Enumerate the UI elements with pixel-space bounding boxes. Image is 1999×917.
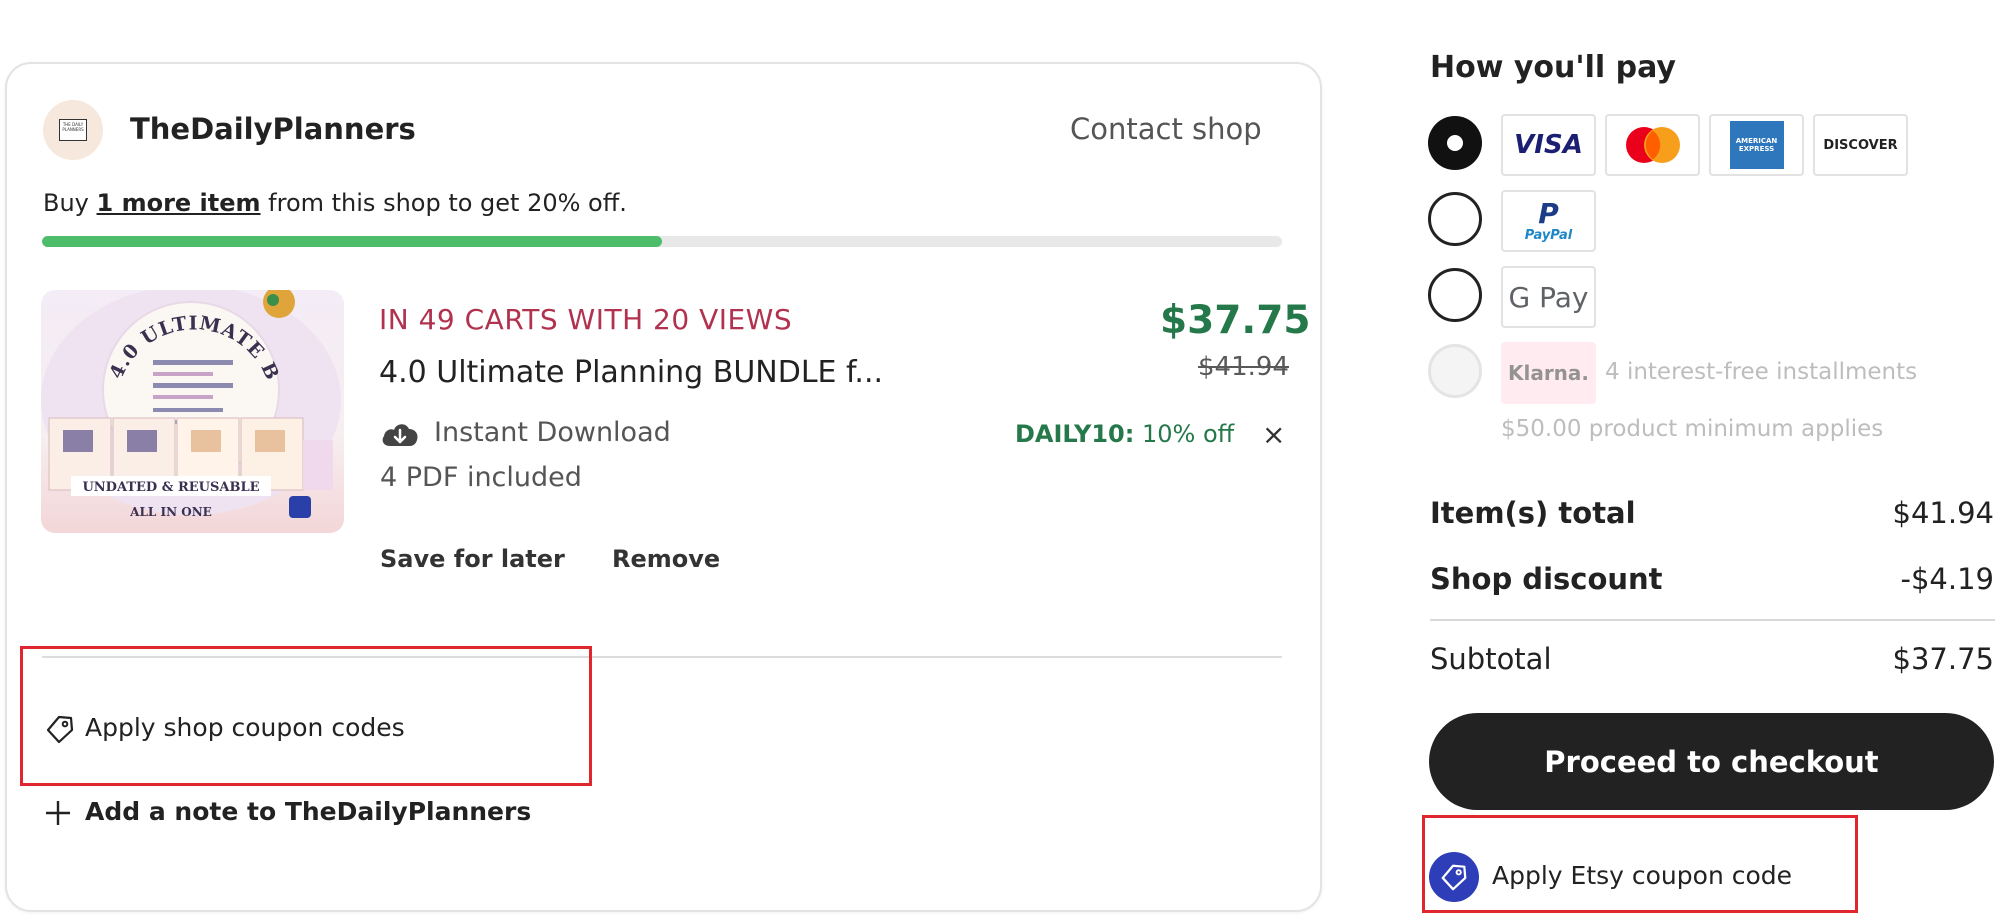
subtotal-label: Subtotal xyxy=(1430,642,1552,676)
klarna-installments-text: 4 interest-free installments xyxy=(1605,359,1918,385)
mastercard-logo xyxy=(1625,127,1680,163)
remove-coupon-button[interactable]: × xyxy=(1262,418,1285,451)
google-pay-option[interactable]: G Pay xyxy=(1501,266,1596,328)
shop-name[interactable]: TheDailyPlanners xyxy=(130,112,416,146)
radio-klarna-disabled xyxy=(1428,344,1482,398)
visa-card-option[interactable]: VISA xyxy=(1501,114,1596,176)
highlight-box-etsy-coupon xyxy=(1422,815,1858,913)
shop-logo-text: THE DAILY PLANNERS xyxy=(59,119,87,141)
shop-promo-message: Buy 1 more item from this shop to get 20… xyxy=(43,189,627,217)
google-pay-logo: G Pay xyxy=(1508,280,1589,314)
shop-logo[interactable]: THE DAILY PLANNERS xyxy=(43,100,103,160)
contact-shop-link[interactable]: Contact shop xyxy=(1070,112,1262,146)
plus-icon xyxy=(46,801,70,825)
promo-progress-fill xyxy=(42,236,662,247)
proceed-to-checkout-button[interactable]: Proceed to checkout xyxy=(1429,713,1994,810)
cloud-download-icon xyxy=(382,424,418,446)
item-original-price: $41.94 xyxy=(1198,352,1289,382)
product-thumbnail-art: 4.0 ULTIMATE BUNDLE UNDATED & REUSABLE A… xyxy=(41,290,341,519)
promo-more-item-link[interactable]: 1 more item xyxy=(97,189,261,217)
thumbnail-line1: UNDATED & REUSABLE xyxy=(82,480,259,495)
item-price: $37.75 xyxy=(1160,298,1311,343)
product-thumbnail[interactable]: 4.0 ULTIMATE BUNDLE UNDATED & REUSABLE A… xyxy=(41,290,344,533)
klarna-logo: Klarna. xyxy=(1507,361,1590,385)
paypal-option[interactable]: P PayPal xyxy=(1501,190,1596,252)
cart-popularity-badge: IN 49 CARTS WITH 20 VIEWS xyxy=(379,303,793,336)
highlight-box-shop-coupon xyxy=(20,646,592,786)
paypal-logo-mark: P xyxy=(1538,196,1559,230)
subtotal-value: $37.75 xyxy=(1892,642,1994,676)
discover-logo: DISCOVER xyxy=(1823,137,1898,153)
add-note-link[interactable]: Add a note to TheDailyPlanners xyxy=(85,797,531,826)
promo-suffix: from this shop to get 20% off. xyxy=(260,189,627,217)
discover-option[interactable]: DISCOVER xyxy=(1813,114,1908,176)
paypal-logo-text: PayPal xyxy=(1524,227,1573,243)
shop-discount-value: -$4.19 xyxy=(1900,562,1995,596)
radio-paypal[interactable] xyxy=(1428,192,1482,246)
remove-item-button[interactable]: Remove xyxy=(612,545,720,573)
promo-progress-bar xyxy=(42,236,1282,247)
coupon-amount: 10% off xyxy=(1134,420,1235,448)
files-included-label: 4 PDF included xyxy=(380,462,582,493)
amex-logo: AMERICAN EXPRESS xyxy=(1729,121,1784,169)
items-total-value: $41.94 xyxy=(1892,496,1994,530)
applied-coupon: DAILY10: 10% off xyxy=(1015,420,1234,448)
promo-prefix: Buy xyxy=(43,189,97,217)
instant-download-label: Instant Download xyxy=(434,417,671,448)
klarna-minimum-text: $50.00 product minimum applies xyxy=(1501,416,1884,442)
thumbnail-line2: ALL IN ONE xyxy=(129,505,212,519)
shop-discount-label: Shop discount xyxy=(1430,562,1663,596)
radio-card-selected[interactable] xyxy=(1428,116,1482,170)
items-total-label: Item(s) total xyxy=(1430,496,1636,530)
item-title-link[interactable]: 4.0 Ultimate Planning BUNDLE f... xyxy=(379,355,883,390)
coupon-code: DAILY10: xyxy=(1015,420,1135,448)
payment-title: How you'll pay xyxy=(1430,50,1676,85)
summary-divider xyxy=(1430,619,1995,621)
amex-option[interactable]: AMERICAN EXPRESS xyxy=(1709,114,1804,176)
mastercard-option[interactable] xyxy=(1605,114,1700,176)
radio-google-pay[interactable] xyxy=(1428,268,1482,322)
visa-logo: VISA xyxy=(1514,130,1583,160)
klarna-option-disabled: Klarna. xyxy=(1501,342,1596,404)
save-for-later-button[interactable]: Save for later xyxy=(380,545,565,573)
